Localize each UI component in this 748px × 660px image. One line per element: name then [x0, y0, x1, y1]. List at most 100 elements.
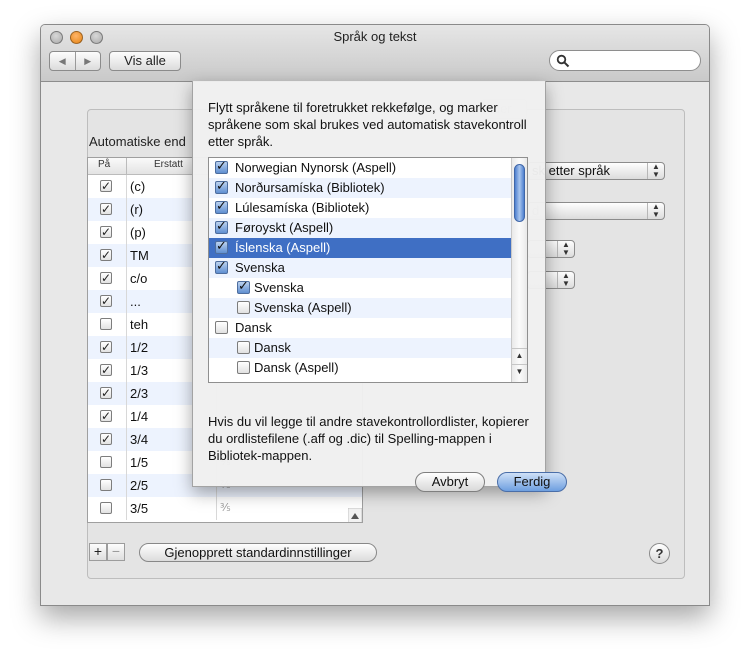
replace-text[interactable]: c/o	[130, 271, 147, 286]
replace-text[interactable]: 3/4	[130, 432, 148, 447]
language-label: Svenska	[235, 260, 285, 275]
popup-arrows-icon: ▲ ▼	[647, 203, 664, 219]
language-list-item[interactable]: Føroyskt (Aspell)	[209, 218, 511, 238]
language-list: Norwegian Nynorsk (Aspell) Norðursamíska …	[208, 157, 528, 383]
row-checkbox[interactable]	[100, 479, 112, 491]
replace-text[interactable]: TM	[130, 248, 149, 263]
column-divider	[126, 359, 127, 382]
language-list-item[interactable]: Íslenska (Aspell)	[209, 238, 511, 258]
spelling-languages-sheet: Flytt språkene til foretrukket rekkefølg…	[192, 81, 567, 492]
table-scroll-arrows-icon[interactable]	[348, 508, 362, 523]
column-divider	[126, 336, 127, 359]
column-divider	[126, 198, 127, 221]
row-checkbox[interactable]	[100, 318, 112, 330]
replace-text[interactable]: ...	[130, 294, 141, 309]
column-divider	[216, 497, 217, 520]
language-label: Norwegian Nynorsk (Aspell)	[235, 160, 397, 175]
spelling-popup[interactable]: sk etter språk ▲ ▼	[527, 162, 665, 180]
table-row[interactable]: 3/5 ⅗	[88, 497, 362, 520]
column-divider	[126, 497, 127, 520]
sheet-instructions: Flytt språkene til foretrukket rekkefølg…	[208, 100, 527, 149]
language-checkbox[interactable]	[237, 278, 250, 294]
language-list-scrollbar[interactable]: ▲ ▼	[511, 158, 527, 382]
row-checkbox[interactable]: ✓	[100, 387, 112, 399]
replace-text[interactable]: 1/5	[130, 455, 148, 470]
row-checkbox[interactable]: ✓	[100, 180, 112, 192]
language-list-item[interactable]: Dansk	[209, 318, 511, 338]
column-divider	[126, 244, 127, 267]
replace-text[interactable]: 1/3	[130, 363, 148, 378]
remove-entry-button[interactable]: −	[107, 543, 125, 561]
replace-text[interactable]: 2/3	[130, 386, 148, 401]
row-checkbox[interactable]: ✓	[100, 226, 112, 238]
popup-arrows-icon: ▲ ▼	[647, 163, 664, 179]
column-divider	[126, 313, 127, 336]
language-label: Dansk	[254, 340, 291, 355]
row-checkbox[interactable]: ✓	[100, 272, 112, 284]
row-checkbox[interactable]: ✓	[100, 341, 112, 353]
chevron-left-icon[interactable]: ◀	[50, 52, 76, 70]
cancel-button[interactable]: Avbryt	[415, 472, 485, 492]
column-header-replace[interactable]: Erstatt	[154, 159, 183, 170]
scroll-thumb[interactable]	[514, 164, 525, 222]
column-divider	[126, 451, 127, 474]
row-checkbox[interactable]: ✓	[100, 249, 112, 261]
replace-text[interactable]: 1/2	[130, 340, 148, 355]
language-checkbox[interactable]	[215, 178, 228, 194]
replacement-value[interactable]: ⅗	[220, 501, 231, 514]
language-label: Svenska	[254, 280, 304, 295]
second-popup[interactable]: d ▲▼	[527, 202, 665, 220]
row-checkbox[interactable]	[100, 502, 112, 514]
scroll-down-icon[interactable]: ▼	[512, 364, 527, 379]
replace-text[interactable]: (c)	[130, 179, 145, 194]
row-checkbox[interactable]: ✓	[100, 364, 112, 376]
language-checkbox[interactable]	[215, 158, 228, 174]
language-checkbox[interactable]	[215, 238, 228, 254]
row-checkbox[interactable]: ✓	[100, 433, 112, 445]
search-field[interactable]	[549, 50, 701, 71]
language-list-item[interactable]: Svenska (Aspell)	[209, 298, 511, 318]
done-button[interactable]: Ferdig	[497, 472, 567, 492]
language-label: Íslenska (Aspell)	[235, 240, 331, 255]
sheet-footnote: Hvis du vil legge til andre stavekontrol…	[208, 414, 529, 463]
column-header-on[interactable]: På	[98, 159, 110, 170]
replace-text[interactable]: (p)	[130, 225, 146, 240]
language-list-item[interactable]: Norðursamíska (Bibliotek)	[209, 178, 511, 198]
column-divider	[126, 175, 127, 198]
language-checkbox[interactable]	[215, 258, 228, 274]
language-checkbox[interactable]	[215, 218, 228, 234]
language-list-item[interactable]: Dansk	[209, 338, 511, 358]
language-checkbox[interactable]	[215, 321, 228, 334]
restore-defaults-button[interactable]: Gjenopprett standardinnstillinger	[139, 543, 377, 562]
column-divider	[126, 221, 127, 244]
show-all-button[interactable]: Vis alle	[109, 51, 181, 71]
language-list-item[interactable]: Lúlesamíska (Bibliotek)	[209, 198, 511, 218]
language-list-item[interactable]: Svenska	[209, 258, 511, 278]
replace-text[interactable]: (r)	[130, 202, 143, 217]
window-title: Språk og tekst	[333, 29, 417, 44]
row-checkbox[interactable]	[100, 456, 112, 468]
header-divider	[126, 158, 127, 174]
help-button[interactable]: ?	[649, 543, 670, 564]
column-divider	[126, 382, 127, 405]
language-list-item[interactable]: Svenska	[209, 278, 511, 298]
language-checkbox[interactable]	[237, 361, 250, 374]
replace-text[interactable]: 1/4	[130, 409, 148, 424]
language-list-item[interactable]: Norwegian Nynorsk (Aspell)	[209, 158, 511, 178]
row-checkbox[interactable]: ✓	[100, 203, 112, 215]
column-divider	[126, 405, 127, 428]
replace-text[interactable]: 2/5	[130, 478, 148, 493]
chevron-right-icon[interactable]: ▶	[76, 52, 101, 70]
row-checkbox[interactable]: ✓	[100, 295, 112, 307]
language-checkbox[interactable]	[215, 198, 228, 214]
row-checkbox[interactable]: ✓	[100, 410, 112, 422]
language-checkbox[interactable]	[237, 341, 250, 354]
search-icon	[556, 54, 570, 68]
popup-arrows-icon: ▲ ▼	[557, 272, 574, 288]
language-checkbox[interactable]	[237, 301, 250, 314]
language-list-item[interactable]: Dansk (Aspell)	[209, 358, 511, 378]
add-entry-button[interactable]: +	[89, 543, 107, 561]
replace-text[interactable]: 3/5	[130, 501, 148, 516]
replace-text[interactable]: teh	[130, 317, 148, 332]
scroll-up-icon[interactable]: ▲	[512, 348, 527, 363]
